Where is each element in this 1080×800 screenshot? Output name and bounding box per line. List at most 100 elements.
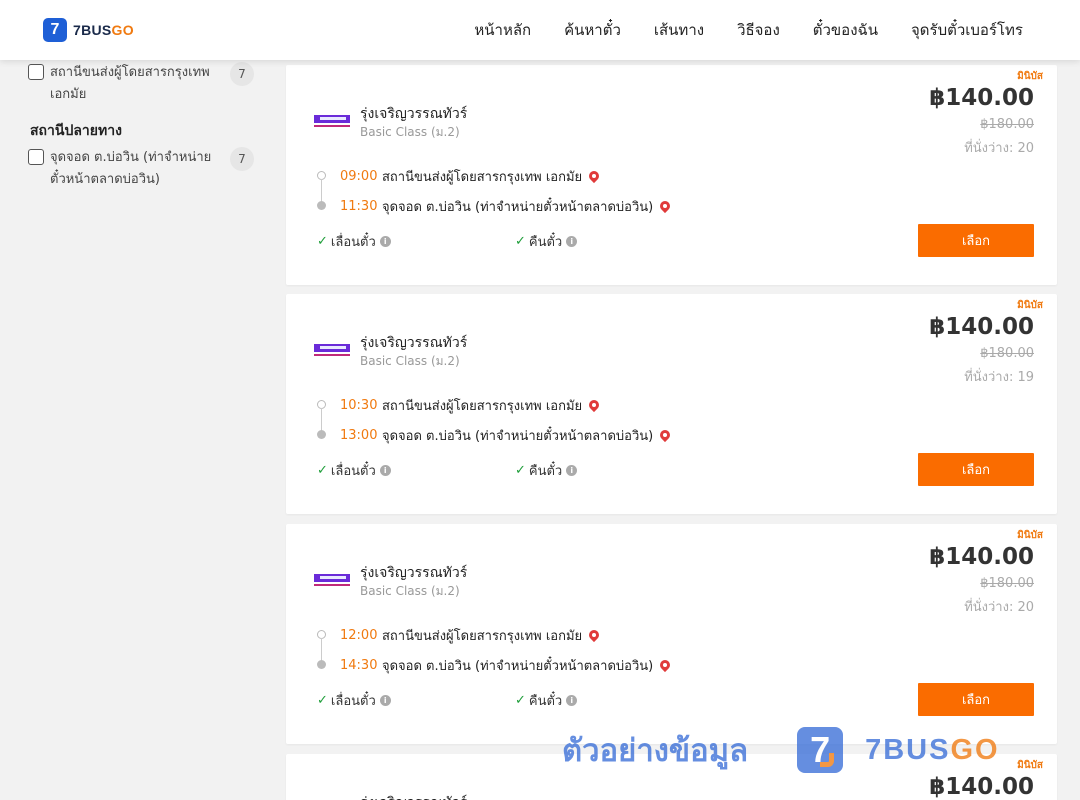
depart-place: สถานีขนส่งผู้โดยสารกรุงเทพ เอกมัย — [382, 629, 583, 644]
operator-logo — [314, 571, 352, 589]
operator-name: รุ่งเจริญวรรณทัวร์ — [360, 792, 467, 800]
refund-policy: ✓ คืนตั๋ว i — [515, 460, 578, 481]
arrive-time: 13:00 — [340, 428, 378, 443]
refund-policy: ✓ คืนตั๋ว i — [515, 690, 578, 711]
logo-mark-icon: 7 — [43, 18, 67, 42]
depart-stop: 10:30 สถานีขนส่งผู้โดยสารกรุงเทพ เอกมัย — [340, 395, 600, 416]
old-price: ฿180.00 — [980, 346, 1034, 361]
arrive-place: จุดจอด ต.บ่อวิน (ท่าจำหน่ายตั๋วหน้าตลาดบ… — [382, 659, 654, 674]
top-header: 7 7BUSGO หน้าหลัก ค้นหาตั๋ว เส้นทาง วิธี… — [0, 0, 1080, 60]
old-price: ฿180.00 — [980, 117, 1034, 132]
map-pin-icon[interactable] — [659, 201, 671, 213]
nav-my-tickets[interactable]: ตั๋วของฉัน — [813, 18, 878, 42]
refund-policy-label: คืนตั๋ว — [528, 694, 563, 709]
change-policy-label: เลื่อนตั๋ว — [330, 464, 376, 479]
select-trip-button[interactable]: เลือก — [918, 224, 1034, 257]
map-pin-icon[interactable] — [588, 630, 600, 642]
origin-filter-checkbox[interactable] — [28, 64, 44, 80]
nav-routes[interactable]: เส้นทาง — [654, 18, 704, 42]
promo-badge: มินิบัส — [1017, 300, 1043, 311]
depart-place: สถานีขนส่งผู้โดยสารกรุงเทพ เอกมัย — [382, 399, 583, 414]
watermark-logo-icon: 7 — [797, 727, 844, 773]
refund-policy: ✓ คืนตั๋ว i — [515, 231, 578, 252]
nav-home[interactable]: หน้าหลัก — [474, 18, 531, 42]
check-icon: ✓ — [317, 463, 328, 478]
select-trip-button[interactable]: เลือก — [918, 453, 1034, 486]
refund-policy-label: คืนตั๋ว — [528, 235, 563, 250]
watermark-brand: 7BUSGO — [865, 733, 1000, 766]
depart-time: 09:00 — [340, 169, 378, 184]
promo-badge: มินิบัส — [1017, 71, 1043, 82]
info-icon[interactable]: i — [566, 236, 578, 247]
arrive-place: จุดจอด ต.บ่อวิน (ท่าจำหน่ายตั๋วหน้าตลาดบ… — [382, 200, 654, 215]
arrive-stop: 11:30 จุดจอด ต.บ่อวิน (ท่าจำหน่ายตั๋วหน้… — [340, 196, 671, 217]
arrive-stop: 13:00 จุดจอด ต.บ่อวิน (ท่าจำหน่ายตั๋วหน้… — [340, 425, 671, 446]
change-policy: ✓ เลื่อนตั๋ว i — [317, 690, 391, 711]
old-price: ฿180.00 — [980, 576, 1034, 591]
check-icon: ✓ — [515, 693, 526, 708]
map-pin-icon[interactable] — [659, 660, 671, 672]
change-policy: ✓ เลื่อนตั๋ว i — [317, 460, 391, 481]
sample-data-watermark: ตัวอย่างข้อมูล 7 7BUSGO — [562, 725, 1000, 775]
origin-filter-option[interactable]: สถานีขนส่งผู้โดยสารกรุงเทพ เอกมัย 7 — [28, 62, 254, 106]
arrive-time: 11:30 — [340, 199, 378, 214]
main-nav: หน้าหลัก ค้นหาตั๋ว เส้นทาง วิธีจอง ตั๋วข… — [474, 0, 1023, 60]
seats-available: ที่นั่งว่าง: 19 — [964, 370, 1034, 385]
trip-card: มินิบัส รุ่งเจริญวรรณทัวร์ Basic Class (… — [286, 65, 1057, 285]
price: ฿140.00 — [929, 544, 1034, 570]
nav-search-tickets[interactable]: ค้นหาตั๋ว — [564, 18, 621, 42]
logo-text: 7BUSGO — [73, 22, 134, 38]
destination-filter-option[interactable]: จุดจอด ต.บ่อวิน (ท่าจำหน่ายตั๋วหน้าตลาดบ… — [28, 147, 254, 191]
promo-badge: มินิบัส — [1017, 760, 1043, 771]
map-pin-icon[interactable] — [588, 171, 600, 183]
check-icon: ✓ — [317, 234, 328, 249]
nav-ticket-pickup[interactable]: จุดรับตั๋วเบอร์โทร — [911, 18, 1023, 42]
filter-sidebar: สถานีขนส่งผู้โดยสารกรุงเทพ เอกมัย 7 สถาน… — [0, 60, 270, 800]
change-policy-label: เลื่อนตั๋ว — [330, 235, 376, 250]
arrive-stop: 14:30 จุดจอด ต.บ่อวิน (ท่าจำหน่ายตั๋วหน้… — [340, 655, 671, 676]
promo-badge: มินิบัส — [1017, 530, 1043, 541]
destination-section-title: สถานีปลายทาง — [30, 123, 122, 139]
depart-place: สถานีขนส่งผู้โดยสารกรุงเทพ เอกมัย — [382, 170, 583, 185]
seats-available: ที่นั่งว่าง: 20 — [964, 141, 1034, 156]
depart-stop: 09:00 สถานีขนส่งผู้โดยสารกรุงเทพ เอกมัย — [340, 166, 600, 187]
map-pin-icon[interactable] — [588, 400, 600, 412]
arrive-place: จุดจอด ต.บ่อวิน (ท่าจำหน่ายตั๋วหน้าตลาดบ… — [382, 429, 654, 444]
operator-name: รุ่งเจริญวรรณทัวร์ — [360, 106, 468, 122]
site-logo[interactable]: 7 7BUSGO — [43, 18, 134, 42]
nav-how-to-book[interactable]: วิธีจอง — [737, 18, 780, 42]
destination-filter-checkbox[interactable] — [28, 149, 44, 165]
operator-name: รุ่งเจริญวรรณทัวร์ — [360, 335, 468, 351]
depart-time: 10:30 — [340, 398, 378, 413]
map-pin-icon[interactable] — [659, 430, 671, 442]
arrive-dot-icon — [317, 430, 326, 439]
arrive-dot-icon — [317, 201, 326, 210]
bus-class: Basic Class (ม.2) — [360, 125, 460, 139]
price: ฿140.00 — [929, 774, 1034, 800]
arrive-dot-icon — [317, 660, 326, 669]
operator-logo — [314, 112, 352, 130]
info-icon[interactable]: i — [566, 465, 578, 476]
info-icon[interactable]: i — [566, 695, 578, 706]
bus-class: Basic Class (ม.2) — [360, 584, 460, 598]
info-icon[interactable]: i — [379, 695, 391, 706]
depart-time: 12:00 — [340, 628, 378, 643]
change-policy-label: เลื่อนตั๋ว — [330, 694, 376, 709]
bus-class: Basic Class (ม.2) — [360, 354, 460, 368]
trip-card: มินิบัส รุ่งเจริญวรรณทัวร์ Basic Class (… — [286, 294, 1057, 514]
price: ฿140.00 — [929, 314, 1034, 340]
info-icon[interactable]: i — [379, 236, 391, 247]
trip-card: มินิบัส รุ่งเจริญวรรณทัวร์ Basic Class (… — [286, 524, 1057, 744]
depart-stop: 12:00 สถานีขนส่งผู้โดยสารกรุงเทพ เอกมัย — [340, 625, 600, 646]
check-icon: ✓ — [515, 463, 526, 478]
select-trip-button[interactable]: เลือก — [918, 683, 1034, 716]
seats-available: ที่นั่งว่าง: 20 — [964, 600, 1034, 615]
origin-filter-count: 7 — [230, 62, 254, 86]
watermark-text: ตัวอย่างข้อมูล — [562, 733, 749, 769]
change-policy: ✓ เลื่อนตั๋ว i — [317, 231, 391, 252]
refund-policy-label: คืนตั๋ว — [528, 464, 563, 479]
operator-logo — [314, 341, 352, 359]
destination-filter-count: 7 — [230, 147, 254, 171]
info-icon[interactable]: i — [379, 465, 391, 476]
check-icon: ✓ — [515, 234, 526, 249]
